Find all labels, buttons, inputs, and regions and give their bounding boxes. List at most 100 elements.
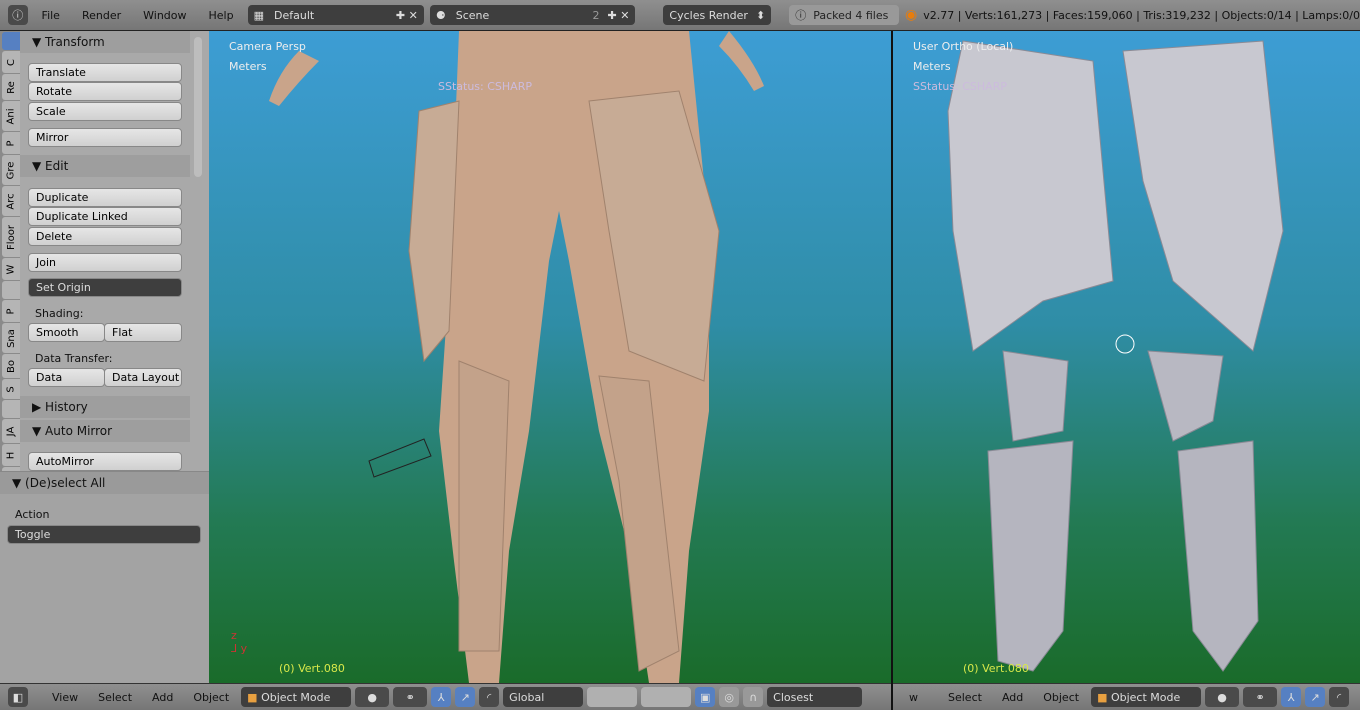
tab-w[interactable]: W — [2, 258, 20, 280]
orientation-label: Global — [509, 690, 545, 704]
smooth-button[interactable]: Smooth — [28, 323, 105, 342]
tab-label: Floor — [5, 224, 17, 250]
rotate-manipulator-icon[interactable]: ◜ — [1329, 687, 1350, 707]
delete-button[interactable]: Delete — [28, 227, 182, 246]
transform-panel-header[interactable]: ▼ Transform — [20, 31, 190, 53]
tab-floor[interactable]: Floor — [2, 217, 20, 257]
tab-label: Gre — [5, 161, 17, 179]
tab-ani[interactable]: Ani — [2, 101, 20, 131]
translate-manipulator-icon[interactable]: ↗ — [1305, 687, 1326, 707]
menu-render[interactable]: Render — [74, 9, 129, 22]
tab-c[interactable]: C — [2, 51, 20, 73]
proportional-edit-icon[interactable]: ◎ — [719, 687, 740, 707]
manipulator-icon[interactable]: ⅄ — [1281, 687, 1302, 707]
action-dropdown[interactable]: Toggle — [7, 525, 201, 544]
info-editor-icon[interactable]: ⓘ — [8, 5, 28, 25]
scene-selector[interactable]: ⚈ Scene 2 ✚ ✕ — [429, 5, 636, 25]
menu-help[interactable]: Help — [201, 9, 242, 22]
deselect-all-header[interactable]: ▼ (De)select All — [0, 472, 209, 494]
layers-group-1[interactable] — [587, 687, 638, 707]
orientation-dropdown[interactable]: Global — [503, 687, 584, 707]
duplicate-linked-button[interactable]: Duplicate Linked — [28, 207, 182, 226]
view-name: Camera Persp — [229, 40, 306, 53]
menu-object[interactable]: Object — [1035, 691, 1087, 704]
layout-selector[interactable]: ▦ Default ✚ ✕ — [247, 5, 424, 25]
data-layout-button[interactable]: Data Layout — [104, 368, 182, 387]
tab-p[interactable]: P — [2, 300, 20, 322]
manipulator-icon[interactable]: ⅄ — [431, 687, 452, 707]
menu-object[interactable]: Object — [185, 691, 237, 704]
tab-bo[interactable]: Bo — [2, 354, 20, 378]
lock-camera-icon[interactable]: ▣ — [695, 687, 716, 707]
view-units: Meters — [229, 60, 267, 73]
packed-label: Packed 4 files — [813, 8, 889, 22]
mirror-button[interactable]: Mirror — [28, 128, 182, 147]
render-engine-dropdown[interactable]: Cycles Render ⬍ — [663, 5, 772, 25]
scene-icon: ⚈ — [435, 8, 446, 22]
shading-mode-icon[interactable]: ● — [355, 687, 390, 707]
mode-label: Object Mode — [1110, 690, 1181, 704]
automirror-button[interactable]: AutoMirror — [28, 452, 182, 471]
data-button[interactable]: Data — [28, 368, 105, 387]
translate-manipulator-icon[interactable]: ↗ — [455, 687, 476, 707]
tool-shelf-scrollbar[interactable] — [194, 37, 202, 177]
tab-arc[interactable]: Arc — [2, 186, 20, 216]
viewport-left[interactable]: Camera Persp Meters SStatus: CSHARP (0) … — [209, 31, 891, 683]
tab-re[interactable]: Re — [2, 74, 20, 100]
menu-window[interactable]: Window — [135, 9, 194, 22]
tab-label: P — [5, 307, 17, 315]
history-panel-header[interactable]: ▶ History — [20, 396, 190, 418]
tab-gre[interactable]: Gre — [2, 155, 20, 185]
menu-select[interactable]: Select — [90, 691, 140, 704]
auto-mirror-panel-header[interactable]: ▼ Auto Mirror — [20, 420, 190, 442]
translate-button[interactable]: Translate — [28, 63, 182, 82]
mode-dropdown[interactable]: ■ Object Mode — [241, 687, 352, 707]
editor-type-icon[interactable]: ◧ — [8, 687, 28, 707]
scale-button[interactable]: Scale — [28, 102, 182, 121]
set-origin-dropdown[interactable]: Set Origin — [28, 278, 182, 297]
layout-icon: ▦ — [253, 8, 264, 22]
tab-p[interactable]: P — [2, 132, 20, 154]
rotate-button[interactable]: Rotate — [28, 82, 182, 101]
menu-view[interactable]: w — [901, 691, 926, 704]
tab-sna[interactable]: Sna — [2, 323, 20, 353]
packed-files-report[interactable]: ⓘ Packed 4 files — [789, 5, 899, 25]
shading-mode-icon[interactable]: ● — [1205, 687, 1240, 707]
flat-button[interactable]: Flat — [104, 323, 182, 342]
layers-group-2[interactable] — [641, 687, 692, 707]
cube-icon: ■ — [1097, 690, 1108, 704]
tab-label: C — [5, 58, 17, 66]
tab-s[interactable]: S — [2, 379, 20, 399]
mode-dropdown[interactable]: ■ Object Mode — [1091, 687, 1202, 707]
edit-panel-header[interactable]: ▼ Edit — [20, 155, 190, 177]
tab-ja[interactable]: JA — [2, 419, 20, 443]
add-scene-icon[interactable]: ✚ ✕ — [607, 9, 629, 22]
tab-h[interactable]: H — [2, 444, 20, 466]
duplicate-button[interactable]: Duplicate — [28, 188, 182, 207]
pivot-point-icon[interactable]: ⚭ — [1243, 687, 1278, 707]
layout-name[interactable]: Default — [264, 9, 396, 22]
menu-add[interactable]: Add — [994, 691, 1031, 704]
shading-label: Shading: — [35, 307, 84, 320]
pivot-point-icon[interactable]: ⚭ — [393, 687, 428, 707]
snap-icon[interactable]: ∩ — [743, 687, 764, 707]
snap-target-dropdown[interactable]: Closest — [767, 687, 863, 707]
tab-label: Sna — [5, 328, 17, 348]
scene-name[interactable]: Scene — [446, 9, 593, 22]
menu-view[interactable]: View — [44, 691, 86, 704]
join-button[interactable]: Join — [28, 253, 182, 272]
menu-add[interactable]: Add — [144, 691, 181, 704]
tool-tabs: CReAniPGreArcFloorWPSnaBoSJAHA — [0, 31, 20, 489]
tab-label: Re — [5, 80, 17, 94]
menu-select[interactable]: Select — [940, 691, 990, 704]
tab-blank[interactable] — [2, 400, 20, 418]
viewport-right[interactable]: User Ortho (Local) Meters SStatus: CSHAR… — [893, 31, 1360, 683]
tab-blank[interactable] — [2, 32, 20, 50]
active-object-label: (0) Vert.080 — [963, 662, 1029, 675]
tab-label: JA — [5, 426, 17, 436]
tab-label: Ani — [5, 108, 17, 124]
rotate-manipulator-icon[interactable]: ◜ — [479, 687, 500, 707]
add-layout-icon[interactable]: ✚ ✕ — [396, 9, 418, 22]
menu-file[interactable]: File — [34, 9, 68, 22]
tab-blank[interactable] — [2, 281, 20, 299]
